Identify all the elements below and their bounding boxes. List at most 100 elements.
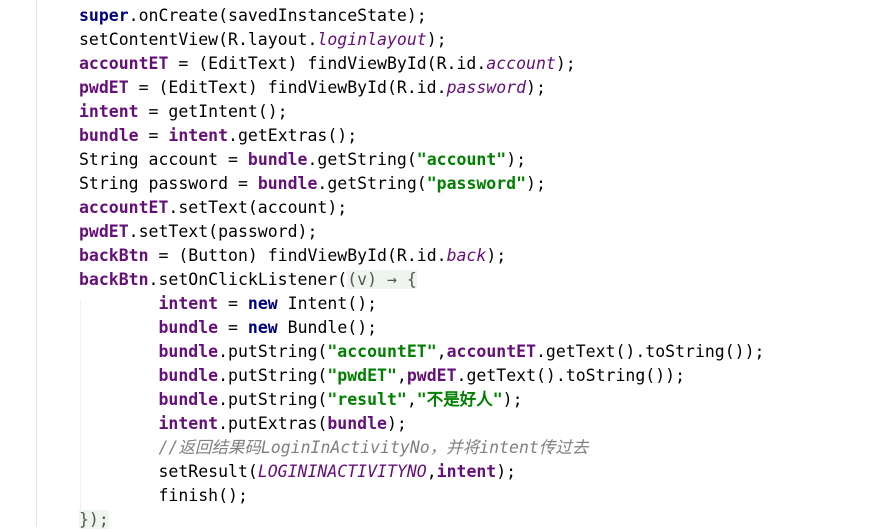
code-token: super xyxy=(79,6,129,25)
code-line[interactable]: bundle.putString("pwdET",pwdET.getText()… xyxy=(79,364,685,388)
code-token: setResult( xyxy=(79,462,258,481)
code-line[interactable]: pwdET.setText(password); xyxy=(79,220,317,244)
code-token: bundle xyxy=(158,318,219,337)
code-line[interactable]: setResult(LOGININACTIVITYNO,intent); xyxy=(79,460,516,484)
code-line[interactable]: accountET.setText(account); xyxy=(79,196,347,220)
code-line[interactable]: backBtn.setOnClickListener((v) → { xyxy=(79,268,417,292)
code-token: , xyxy=(396,366,407,385)
code-token: ); xyxy=(506,150,527,169)
code-line[interactable]: String password = bundle.getString("pass… xyxy=(79,172,546,196)
code-line[interactable]: intent = new Intent(); xyxy=(79,292,377,316)
code-token: String account = xyxy=(79,150,248,169)
code-token: }); xyxy=(79,510,109,529)
code-token: ); xyxy=(555,54,576,73)
code-token: password xyxy=(446,78,527,97)
code-token: ); xyxy=(496,462,517,481)
code-token: = (EditText) findViewById(R.id. xyxy=(168,54,487,73)
code-line[interactable]: pwdET = (EditText) findViewById(R.id.pas… xyxy=(79,76,546,100)
code-token: accountET xyxy=(79,198,169,217)
code-token: String password = xyxy=(79,174,258,193)
code-token: = xyxy=(218,294,248,313)
gutter-divider xyxy=(36,0,37,526)
code-token: //返回结果码LoginInActivityNo，并将intent传过去 xyxy=(158,438,589,457)
code-token: back xyxy=(446,246,487,265)
code-token: .getText().toString()); xyxy=(536,342,765,361)
code-token: "result" xyxy=(327,390,407,409)
code-token: , xyxy=(436,342,447,361)
code-line[interactable]: bundle = intent.getExtras(); xyxy=(79,124,357,148)
code-token: ); xyxy=(386,414,407,433)
code-token: intent xyxy=(158,414,219,433)
code-editor[interactable]: super.onCreate(savedInstanceState); setCo… xyxy=(0,0,878,529)
code-token: .getExtras(); xyxy=(228,126,358,145)
code-token: backBtn xyxy=(79,246,149,265)
code-token: Bundle(); xyxy=(277,318,378,337)
code-line[interactable]: accountET = (EditText) findViewById(R.id… xyxy=(79,52,576,76)
code-token: pwdET xyxy=(79,222,129,241)
code-token: pwdET xyxy=(406,366,457,385)
code-token: bundle xyxy=(158,390,219,409)
code-token: = (EditText) findViewById(R.id. xyxy=(128,78,447,97)
code-token: accountET xyxy=(79,54,169,73)
code-token: (v) → { xyxy=(347,270,417,289)
code-token: .putString( xyxy=(218,390,328,409)
code-token: .setText(account); xyxy=(168,198,348,217)
code-token: new xyxy=(247,294,278,313)
code-token: .putExtras( xyxy=(218,414,328,433)
code-token: "account" xyxy=(416,150,507,169)
code-token: = xyxy=(218,318,248,337)
code-line[interactable]: finish(); xyxy=(79,484,247,508)
code-token: "不是好人" xyxy=(416,390,503,409)
code-token: .onCreate(savedInstanceState); xyxy=(128,6,427,25)
code-token: "pwdET" xyxy=(327,366,397,385)
code-line[interactable]: super.onCreate(savedInstanceState); xyxy=(79,4,427,28)
code-token: ); xyxy=(526,78,546,97)
code-token: intent xyxy=(79,102,139,121)
code-token: backBtn xyxy=(79,270,149,289)
code-line[interactable]: String account = bundle.getString("accou… xyxy=(79,148,526,172)
code-token: , xyxy=(406,390,417,409)
code-token: setContentView(R.layout. xyxy=(79,30,318,49)
code-token: .setOnClickListener( xyxy=(148,270,348,289)
code-token: new xyxy=(247,318,278,337)
code-token: , xyxy=(426,462,437,481)
code-line[interactable]: //返回结果码LoginInActivityNo，并将intent传过去 xyxy=(79,436,588,460)
code-token: .getString( xyxy=(307,150,417,169)
code-token: = (Button) findViewById(R.id. xyxy=(148,246,447,265)
code-line[interactable]: intent = getIntent(); xyxy=(79,100,288,124)
code-token: .getText().toString()); xyxy=(456,366,686,385)
code-line[interactable]: setContentView(R.layout.loginlayout); xyxy=(79,28,447,52)
code-token: LOGININACTIVITYNO xyxy=(257,462,427,481)
code-token: .setText(password); xyxy=(128,222,318,241)
code-token: intent xyxy=(158,294,219,313)
code-token: bundle xyxy=(257,174,318,193)
code-token: .putString( xyxy=(218,366,328,385)
code-line[interactable]: }); xyxy=(79,508,109,532)
code-token: ); xyxy=(526,174,546,193)
code-token: accountET xyxy=(446,342,536,361)
code-token: bundle xyxy=(79,126,139,145)
code-token: Intent(); xyxy=(277,294,378,313)
code-token: pwdET xyxy=(79,78,129,97)
code-token: = getIntent(); xyxy=(138,102,288,121)
code-token: loginlayout xyxy=(317,30,427,49)
code-line[interactable]: bundle = new Bundle(); xyxy=(79,316,377,340)
code-token: .getString( xyxy=(317,174,427,193)
code-token: ); xyxy=(426,30,447,49)
code-line[interactable]: backBtn = (Button) findViewById(R.id.bac… xyxy=(79,244,506,268)
code-token: account xyxy=(486,54,556,73)
code-token: ); xyxy=(486,246,507,265)
code-token: = xyxy=(138,126,169,145)
code-line[interactable]: intent.putExtras(bundle); xyxy=(79,412,407,436)
code-token: bundle xyxy=(247,150,308,169)
code-line[interactable]: bundle.putString("result","不是好人"); xyxy=(79,388,522,412)
code-line[interactable]: bundle.putString("accountET",accountET.g… xyxy=(79,340,764,364)
code-token: "accountET" xyxy=(327,342,437,361)
